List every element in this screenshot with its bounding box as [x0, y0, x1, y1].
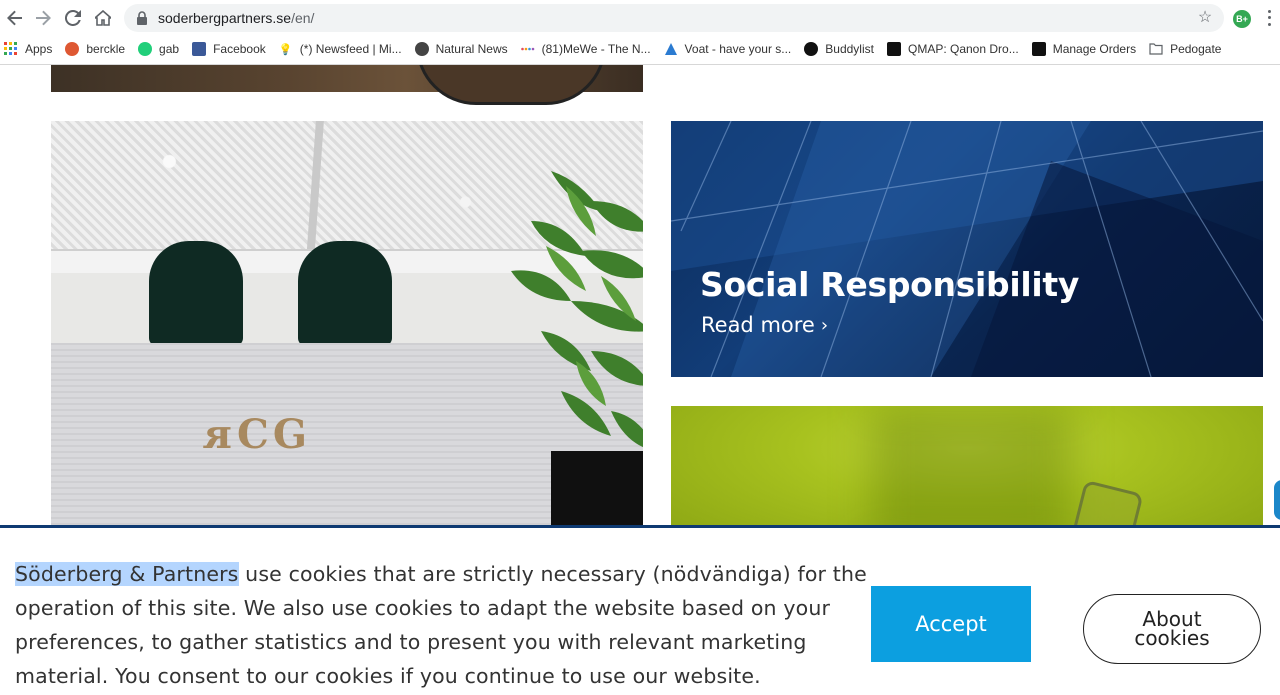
cookie-brand-name: Söderberg & Partners — [15, 562, 239, 586]
bookmarks-bar: Apps berckle gab Facebook 💡 (*) Newsfeed | Mi… — [0, 36, 1280, 62]
desk-letters: ᴙCG — [201, 411, 312, 458]
folder-icon — [1149, 42, 1163, 56]
reload-button[interactable] — [58, 3, 88, 33]
accept-cookies-button[interactable]: Accept — [871, 586, 1031, 662]
card-title: Social Responsibility — [700, 265, 1080, 304]
bookmark-item[interactable]: QMAP: Qanon Dro... — [886, 42, 1019, 56]
bookmark-item[interactable]: (81)MeWe - The N... — [520, 42, 651, 56]
forward-button[interactable] — [28, 3, 58, 33]
home-button[interactable] — [88, 3, 118, 33]
naturalnews-icon — [414, 42, 429, 56]
bookmark-item[interactable]: 💡 (*) Newsfeed | Mi... — [279, 42, 402, 56]
cookie-banner: Söderberg & Partners use cookies that ar… — [0, 525, 1280, 695]
browser-toolbar: soderbergpartners.se/en/ ☆ B+ — [0, 0, 1280, 36]
bookmark-item[interactable]: Apps — [4, 42, 52, 56]
bookmark-label: gab — [159, 42, 180, 56]
bookmark-label: (81)MeWe - The N... — [541, 42, 651, 56]
bookmark-label: Natural News — [435, 42, 508, 56]
url-host: soderbergpartners.se — [158, 10, 292, 26]
cookie-message: Söderberg & Partners use cookies that ar… — [15, 557, 875, 693]
buddylist-icon — [804, 42, 819, 56]
back-button[interactable] — [0, 3, 30, 33]
lightbulb-icon: 💡 — [278, 43, 293, 56]
bookmark-label: QMAP: Qanon Dro... — [907, 42, 1019, 56]
bookmark-label: Voat - have your s... — [684, 42, 792, 56]
bookmark-item[interactable]: Pedogate — [1149, 42, 1221, 56]
top-photo — [51, 65, 643, 105]
reload-icon — [65, 10, 81, 26]
bookmark-star-icon[interactable]: ☆ — [1196, 9, 1214, 27]
read-more-label: Read more — [701, 313, 815, 337]
about-cookies-button[interactable]: About cookies — [1083, 594, 1261, 664]
bookmark-label: Apps — [25, 42, 53, 56]
plant-illustration — [511, 171, 643, 448]
social-responsibility-card[interactable]: Social Responsibility Read more › — [671, 121, 1263, 377]
url-path: /en/ — [291, 10, 315, 26]
menu-kebab-icon[interactable] — [1263, 8, 1275, 28]
facebook-icon — [192, 42, 207, 56]
bookmark-item[interactable]: Facebook — [192, 42, 266, 56]
side-feedback-tab[interactable] — [1274, 480, 1280, 520]
read-more-link[interactable]: Read more › — [701, 313, 828, 337]
amazon-icon — [1031, 42, 1046, 56]
qmap-icon — [886, 42, 901, 56]
arrow-left-icon — [7, 10, 22, 26]
chair — [298, 241, 392, 346]
bookmark-item[interactable]: Manage Orders — [1031, 42, 1137, 56]
chevron-right-icon: › — [820, 314, 829, 336]
glass-building-illustration — [671, 121, 1263, 377]
bookmark-label: berckle — [86, 42, 126, 56]
arrow-right-icon — [36, 10, 51, 26]
bookmark-label: Pedogate — [1170, 42, 1222, 56]
bookmark-item[interactable]: Voat - have your s... — [664, 42, 792, 56]
duckduckgo-icon — [65, 42, 80, 56]
bookmark-label: (*) Newsfeed | Mi... — [299, 42, 402, 56]
office-photo[interactable]: ᴙCG — [51, 121, 643, 541]
mewe-icon — [520, 42, 535, 56]
bookmark-label: Buddylist — [825, 42, 874, 56]
bookmark-item[interactable]: berckle — [65, 42, 125, 56]
extension-icon[interactable]: B+ — [1233, 10, 1251, 28]
home-icon — [95, 10, 111, 26]
gab-icon — [138, 42, 153, 56]
bookmark-label: Manage Orders — [1052, 42, 1137, 56]
lock-icon — [137, 11, 147, 25]
voat-icon — [664, 42, 678, 56]
bookmark-item[interactable]: Buddylist — [804, 42, 874, 56]
chair — [149, 241, 243, 346]
address-bar[interactable]: soderbergpartners.se/en/ — [124, 4, 1224, 32]
bookmark-label: Facebook — [213, 42, 266, 56]
bookmark-item[interactable]: gab — [138, 42, 179, 56]
bookmark-item[interactable]: Natural News — [414, 42, 508, 56]
apps-grid-icon — [4, 42, 18, 56]
